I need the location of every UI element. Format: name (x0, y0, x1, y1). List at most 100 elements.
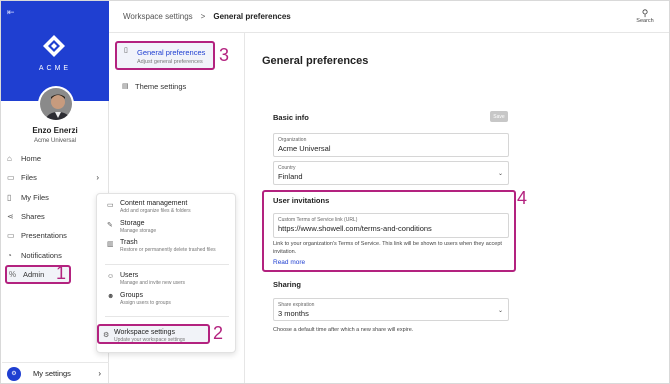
settings-avatar-icon: ⚙ (7, 366, 21, 381)
menu-item-subtitle: Manage storage (120, 228, 157, 234)
avatar[interactable] (38, 86, 74, 122)
save-button[interactable]: Save (490, 111, 508, 122)
wrench-icon: ✎ (107, 222, 113, 229)
menu-item-subtitle: Add and organize files & folders (120, 208, 191, 214)
menu-item-users[interactable]: ☺ Users Manage and invite new users (105, 272, 231, 286)
share-icon: ⋖ (7, 211, 14, 221)
user-org: Acme Universal (33, 138, 76, 144)
field-label: Organization (278, 137, 307, 143)
brand-name: ACME (38, 65, 72, 72)
acme-logo (43, 35, 65, 57)
menu-divider (105, 264, 229, 265)
field-label: Share expiration (278, 302, 315, 308)
tos-help-text: Link to your organization's Terms of Ser… (273, 241, 502, 255)
field-value: Finland (278, 172, 303, 181)
field-value: 3 months (278, 309, 309, 318)
user-name: Enzo Enerzi (32, 126, 78, 135)
search-button[interactable]: ⚲ Search (635, 8, 655, 24)
folder-icon: ▭ (107, 202, 114, 209)
section-title-user-invitations: User invitations (273, 196, 330, 205)
settings-nav-title: General preferences (137, 48, 206, 57)
breadcrumb-separator: > (200, 12, 206, 21)
share-expiration-select[interactable]: Share expiration 3 months ⌄ (273, 298, 509, 321)
avatar-photo (40, 88, 72, 120)
sidebar-item-label: Admin (23, 270, 45, 279)
bell-icon: ◔ (7, 250, 12, 260)
settings-nav-theme-settings[interactable]: ▤ Theme settings (115, 82, 215, 91)
menu-item-content-management[interactable]: ▭ Content management Add and organize fi… (105, 200, 231, 214)
page-title: General preferences (262, 55, 369, 67)
field-label: Country (278, 165, 296, 171)
country-select[interactable]: Country Finland ⌄ (273, 161, 509, 185)
presentation-icon: ▭ (7, 230, 15, 240)
organization-field[interactable]: Organization Acme Universal (273, 133, 509, 157)
settings-icon: ⚙ (103, 332, 110, 339)
menu-item-title: Content management (120, 200, 188, 207)
sidebar-item-files[interactable]: ▭ Files › (7, 169, 101, 185)
settings-nav-subtitle: Adjust general preferences (137, 59, 203, 65)
file-icon: ▯ (7, 192, 12, 202)
preferences-icon: ▯ (124, 47, 128, 54)
menu-item-title: Users (120, 272, 139, 279)
search-label: Search (636, 18, 654, 24)
section-title-sharing: Sharing (273, 280, 301, 289)
callout-3: 3 (219, 45, 230, 65)
callout-4: 4 (517, 188, 528, 208)
trash-icon: ▥ (107, 241, 114, 248)
menu-item-subtitle: Assign users to groups (120, 300, 171, 306)
chevron-down-icon: ⌄ (497, 308, 503, 314)
field-value: https://www.showell.com/terms-and-condit… (278, 224, 432, 233)
menu-item-storage[interactable]: ✎ Storage Manage storage (105, 220, 231, 234)
main-content: General preferences Basic info Save Orga… (246, 33, 669, 383)
sidebar-item-label: Presentations (21, 230, 67, 240)
callout-1: 1 (56, 263, 67, 283)
section-title-basic-info: Basic info (273, 113, 309, 122)
menu-item-title: Groups (120, 292, 143, 299)
callout-2: 2 (213, 323, 224, 343)
breadcrumb-current: General preferences (213, 12, 291, 21)
tos-url-field[interactable]: Custom Terms of Service link (URL) https… (273, 213, 509, 238)
sidebar-item-presentations[interactable]: ▭ Presentations (7, 227, 101, 243)
sidebar-item-label: Shares (21, 211, 45, 221)
theme-icon: ▤ (122, 83, 129, 90)
field-value: Acme Universal (278, 144, 331, 153)
menu-divider (105, 316, 229, 317)
menu-item-title: Workspace settings (114, 329, 175, 336)
chevron-right-icon: › (96, 172, 99, 182)
chevron-down-icon: ⌄ (497, 171, 503, 177)
group-icon: ☻ (107, 293, 115, 300)
menu-item-title: Storage (120, 220, 145, 227)
field-label: Custom Terms of Service link (URL) (278, 217, 358, 223)
sidebar-item-label: My Files (21, 192, 49, 202)
sidebar-item-shares[interactable]: ⋖ Shares (7, 208, 101, 224)
menu-item-groups[interactable]: ☻ Groups Assign users to groups (105, 292, 231, 306)
menu-item-subtitle: Update your workspace settings (114, 337, 186, 343)
settings-nav-general-preferences[interactable]: ▯ General preferences Adjust general pre… (115, 41, 215, 70)
expiration-help-text: Choose a default time after which a new … (273, 327, 414, 333)
breadcrumb: Workspace settings > General preferences (123, 12, 291, 21)
my-settings-button[interactable]: ⚙ My settings › (2, 362, 109, 384)
breadcrumb-parent[interactable]: Workspace settings (123, 12, 193, 21)
menu-item-workspace-settings[interactable]: ⚙ Workspace settings Update your workspa… (97, 324, 210, 344)
my-settings-label: My settings (33, 369, 71, 378)
user-invitations-section: User invitations Custom Terms of Service… (262, 190, 516, 272)
chevron-right-icon: › (98, 369, 101, 378)
menu-item-subtitle: Restore or permanently delete trashed fi… (120, 247, 216, 253)
settings-nav-title: Theme settings (135, 82, 187, 91)
read-more-link[interactable]: Read more (273, 259, 305, 266)
menu-item-subtitle: Manage and invite new users (120, 280, 186, 286)
menu-item-trash[interactable]: ▥ Trash Restore or permanently delete tr… (105, 239, 231, 253)
sidebar-item-label: Notifications (21, 250, 62, 260)
home-icon: ⌂ (7, 153, 12, 163)
menu-item-title: Trash (120, 239, 138, 246)
sidebar-item-my-files[interactable]: ▯ My Files (7, 189, 101, 205)
sidebar-item-home[interactable]: ⌂ Home (7, 150, 101, 166)
search-icon: ⚲ (641, 8, 649, 18)
admin-icon: % (9, 270, 17, 279)
top-header: Workspace settings > General preferences… (109, 1, 669, 33)
sidebar-item-label: Home (21, 153, 42, 163)
sidebar-item-label: Files (21, 172, 37, 182)
collapse-sidebar-icon[interactable]: ⇤ (7, 7, 15, 18)
sidebar-item-notifications[interactable]: ◔ Notifications (7, 247, 101, 263)
sidebar: ⇤ ACME Enzo Enerzi Acme Universal ⌂ Home… (1, 1, 109, 383)
